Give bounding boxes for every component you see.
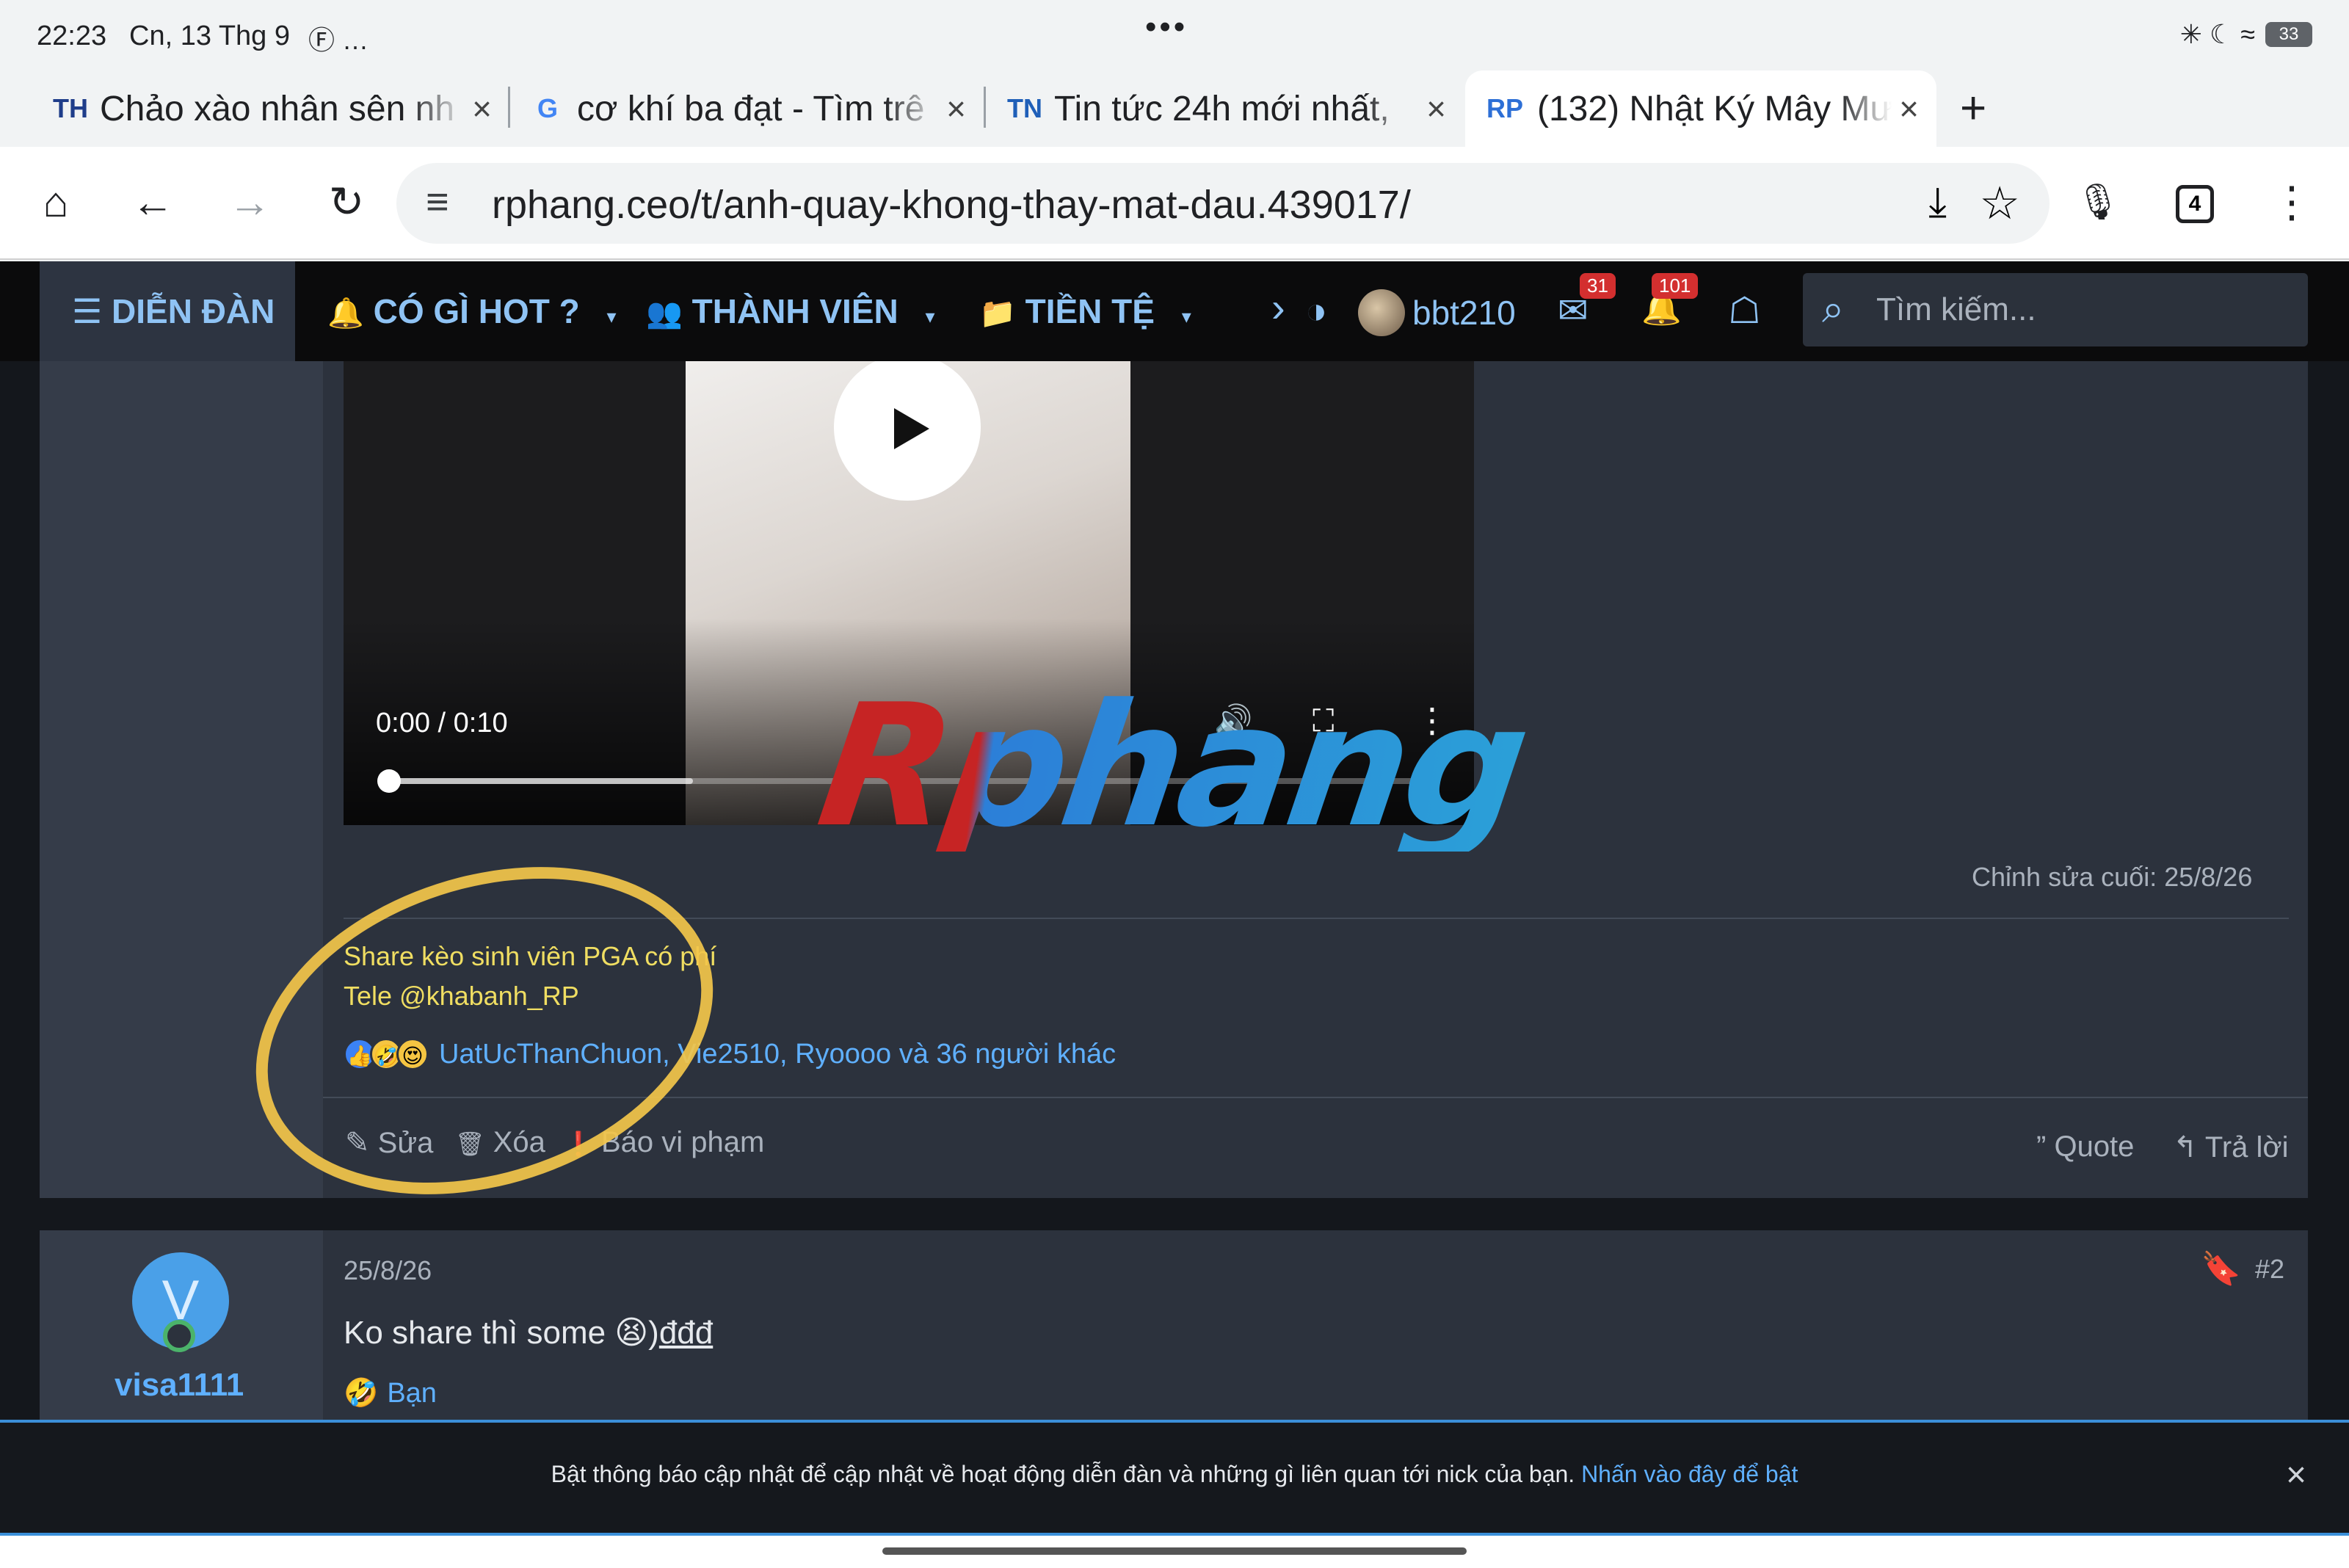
quote-icon: ”: [2036, 1130, 2047, 1163]
tab-separator: [508, 87, 510, 128]
tab-favicon: TN: [1007, 93, 1042, 123]
close-icon[interactable]: ×: [2286, 1455, 2306, 1495]
home-indicator[interactable]: [882, 1547, 1467, 1555]
user-menu[interactable]: bbt210: [1358, 289, 1516, 336]
close-icon[interactable]: ×: [1899, 89, 1919, 128]
tab-title: cơ khí ba đạt - Tìm trê: [577, 89, 925, 128]
post-text-underlined: đđđ: [658, 1315, 714, 1351]
alerts-badge: 101: [1652, 273, 1699, 299]
bell-icon: 🔔: [327, 297, 364, 330]
close-icon[interactable]: ×: [472, 89, 492, 128]
status-bar: 22:23 Cn, 13 Thg 9 Ⓕ … ••• ✳ ☾ ≈ 33: [0, 0, 2349, 70]
theme-toggle-icon[interactable]: ◑: [1305, 289, 1327, 332]
tab-co-khi[interactable]: G cơ khí ba đạt - Tìm trê ×: [529, 70, 966, 147]
tab-strip: TH Chảo xào nhân sên nh × G cơ khí ba đạ…: [0, 70, 2349, 147]
system-icons: ✳ ☾ ≈: [2179, 19, 2255, 49]
bookmark-star-icon[interactable]: ☆: [1979, 176, 2020, 230]
online-indicator-icon: [163, 1320, 195, 1352]
nav-more-icon[interactable]: ›: [1271, 283, 1285, 331]
reload-icon[interactable]: ↻: [320, 176, 373, 229]
google-icon: G: [537, 93, 558, 123]
url-text[interactable]: rphang.ceo/t/anh-quay-khong-thay-mat-dau…: [492, 182, 1411, 228]
store-icon[interactable]: ☖: [1728, 289, 1761, 332]
search-box[interactable]: ⌕: [1803, 273, 2308, 346]
reaction-names[interactable]: Bạn: [387, 1378, 437, 1409]
new-tab-button[interactable]: +: [1960, 70, 1986, 147]
notice-message: Bật thông báo cập nhật để cập nhật về ho…: [0, 1461, 2349, 1488]
post-date[interactable]: 25/8/26: [344, 1255, 432, 1286]
tab-title: Tin tức 24h mới nhất,: [1054, 89, 1390, 128]
notice-text: Bật thông báo cập nhật để cập nhật về ho…: [551, 1461, 1575, 1487]
chevron-down-icon[interactable]: ▾: [1182, 305, 1191, 327]
laugh-reaction-icon: 🤣: [344, 1378, 379, 1409]
tab-nhat-ky[interactable]: RP (132) Nhật Ký Mây Mư ×: [1465, 70, 1936, 147]
nav-members[interactable]: 👥 THÀNH VIÊN ▾: [646, 261, 935, 361]
nav-label: DIỄN ĐÀN: [112, 292, 275, 330]
mic-icon[interactable]: 🎙: [2072, 176, 2124, 229]
site-watermark: Rphang: [808, 669, 1536, 865]
nav-username: bbt210: [1412, 294, 1516, 332]
reaction-summary[interactable]: 🤣 Bạn: [344, 1377, 437, 1409]
browser-toolbar: ⌂ ← → ↻ ≡ rphang.ceo/t/anh-quay-khong-th…: [0, 147, 2349, 260]
reply-button[interactable]: ↰ Trả lời: [2173, 1130, 2289, 1164]
menu-icon[interactable]: ⋮: [2265, 176, 2318, 229]
tab-chao-xao[interactable]: TH Chảo xào nhân sên nh ×: [51, 70, 492, 147]
video-buffered: [388, 778, 693, 784]
reply-icon: ↰: [2173, 1131, 2198, 1164]
nav-label: CÓ GÌ HOT ?: [373, 292, 580, 330]
bookmark-icon[interactable]: 🔖: [2201, 1249, 2241, 1288]
post-text: ): [648, 1315, 659, 1351]
system-status: ✳ ☾ ≈ 33: [2180, 19, 2312, 50]
nav-forums[interactable]: ☰ DIỄN ĐÀN: [40, 261, 295, 361]
battery-icon: 33: [2265, 22, 2312, 47]
back-icon[interactable]: ←: [126, 176, 179, 229]
tab-title: (132) Nhật Ký Mây Mư: [1537, 89, 1892, 128]
post-body: Ko share thì some 😫)đđđ: [344, 1314, 713, 1351]
reply-label: Trả lời: [2204, 1131, 2289, 1164]
chevron-down-icon[interactable]: ▾: [926, 305, 935, 327]
tired-face-emoji-icon: 😫: [614, 1315, 649, 1351]
nav-label: THÀNH VIÊN: [691, 292, 898, 330]
video-time: 0:00 / 0:10: [376, 708, 508, 738]
avatar: [1358, 289, 1405, 336]
close-icon[interactable]: ×: [946, 89, 966, 128]
home-icon[interactable]: ⌂: [29, 176, 82, 229]
members-icon: 👥: [646, 297, 683, 330]
search-icon: ⌕: [1822, 287, 1845, 331]
forum-navbar: ☰ DIỄN ĐÀN 🔔 CÓ GÌ HOT ? ▾ 👥 THÀNH VIÊN …: [0, 261, 2349, 361]
forum-list-icon: ☰: [72, 292, 103, 330]
nav-currency[interactable]: 📁 TIỀN TỆ ▾: [979, 261, 1191, 361]
report-label: Báo vi phạm: [600, 1126, 765, 1158]
last-edited: Chỉnh sửa cuối: 25/8/26: [1972, 862, 2253, 892]
tab-favicon: RP: [1486, 93, 1523, 123]
enable-notifications-link[interactable]: Nhấn vào đây để bật: [1581, 1461, 1798, 1487]
chevron-down-icon[interactable]: ▾: [606, 305, 616, 327]
post-text: Ko share thì some: [344, 1315, 615, 1351]
tab-separator: [984, 87, 986, 128]
nav-whats-hot[interactable]: 🔔 CÓ GÌ HOT ? ▾: [327, 261, 617, 361]
quote-button[interactable]: ” Quote: [2036, 1130, 2134, 1164]
download-icon[interactable]: ⤓: [1928, 178, 1947, 227]
messages-badge: 31: [1580, 273, 1616, 299]
nav-label: TIỀN TỆ: [1025, 292, 1155, 330]
address-bar[interactable]: ≡ rphang.ceo/t/anh-quay-khong-thay-mat-d…: [396, 163, 2050, 244]
site-settings-icon[interactable]: ≡: [426, 179, 449, 225]
notification-icons: Ⓕ …: [308, 25, 369, 55]
post-username[interactable]: visa1111: [115, 1367, 244, 1404]
close-icon[interactable]: ×: [1426, 89, 1446, 128]
video-seek-handle[interactable]: [377, 769, 401, 793]
tab-switcher-button[interactable]: 4: [2176, 185, 2214, 223]
clock: 22:23: [37, 21, 107, 51]
folder-icon: 📁: [979, 297, 1016, 330]
tab-title: Chảo xào nhân sên nh: [100, 89, 455, 128]
tab-tin-tuc[interactable]: TN Tin tức 24h mới nhất, ×: [1006, 70, 1446, 147]
post-number[interactable]: #2: [2255, 1254, 2284, 1285]
push-notice-banner: Bật thông báo cập nhật để cập nhật về ho…: [0, 1420, 2349, 1536]
quote-label: Quote: [2054, 1130, 2135, 1163]
forward-icon[interactable]: →: [223, 176, 276, 229]
search-input[interactable]: [1876, 286, 2287, 333]
status-date: Cn, 13 Thg 9: [129, 21, 291, 51]
tab-favicon: TH: [53, 93, 88, 123]
multitask-dots-icon[interactable]: •••: [1145, 9, 1188, 46]
